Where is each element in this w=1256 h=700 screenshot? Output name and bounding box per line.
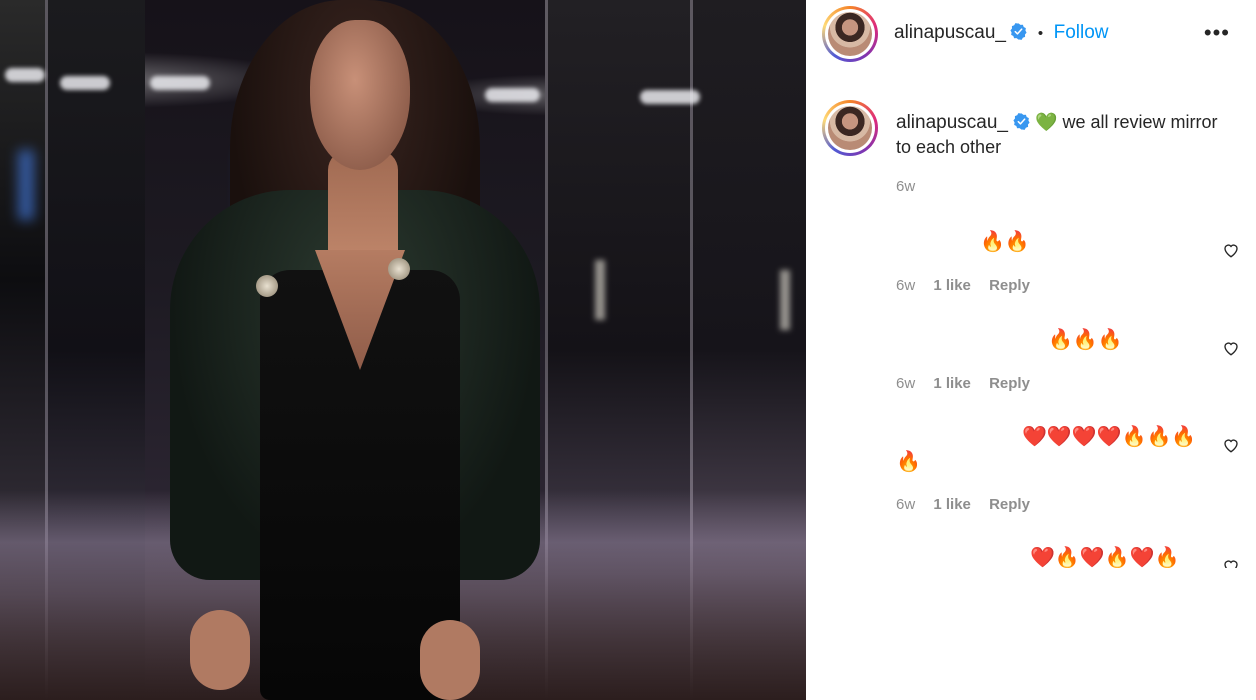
comment-time[interactable]: 6w	[896, 496, 915, 513]
more-options-icon[interactable]: •••	[1204, 22, 1230, 44]
comment-text: ❤️❤️❤️❤️🔥🔥🔥	[1022, 426, 1197, 448]
post-username[interactable]: alinapuscau_	[894, 22, 1006, 43]
comment-meta: 6w 1 like Reply	[896, 277, 1044, 294]
reply-button[interactable]: Reply	[989, 375, 1030, 392]
heart-outline-icon[interactable]	[1222, 241, 1240, 259]
caption-avatar[interactable]	[822, 100, 878, 156]
hand	[190, 610, 250, 690]
post-photo[interactable]	[0, 0, 806, 700]
comment-meta: 6w 1 like Reply	[896, 496, 1044, 513]
verified-badge-icon	[1013, 113, 1030, 130]
heart-outline-icon[interactable]	[1222, 339, 1240, 357]
post-header: alinapuscau_ • Follow •••	[806, 0, 1256, 68]
face	[310, 20, 410, 170]
ceiling-light	[60, 76, 110, 90]
caption-time[interactable]: 6w	[896, 178, 915, 195]
blue-light	[18, 150, 34, 220]
post-side-panel: alinapuscau_ • Follow ••• alinapuscau_ 💚…	[806, 0, 1256, 700]
comment-time[interactable]: 6w	[896, 277, 915, 294]
person	[170, 0, 550, 700]
caption-username[interactable]: alinapuscau_	[896, 112, 1008, 133]
jacket-button	[388, 258, 410, 280]
comment-meta: 6w 1 like Reply	[896, 375, 1044, 392]
comment-text: 🔥🔥🔥	[1048, 329, 1123, 351]
comment-text: ❤️🔥❤️🔥❤️🔥	[1030, 547, 1180, 568]
wall-light	[780, 270, 790, 330]
comment-likes[interactable]: 1 like	[933, 375, 971, 392]
heart-outline-icon[interactable]	[1222, 557, 1240, 568]
comment-clip: ❤️🔥❤️🔥❤️🔥	[806, 540, 1256, 568]
comment-time[interactable]: 6w	[896, 375, 915, 392]
jacket-button	[256, 275, 278, 297]
wall-light	[595, 260, 605, 320]
caption-emoji: 💚	[1035, 112, 1058, 132]
caption: alinapuscau_ 💚 we all review mirror to e…	[896, 110, 1236, 159]
ceiling-light	[5, 68, 45, 82]
hand	[420, 620, 480, 700]
comment-likes[interactable]: 1 like	[933, 496, 971, 513]
reply-button[interactable]: Reply	[989, 496, 1030, 513]
comment-text: 🔥🔥	[980, 231, 1030, 253]
verified-badge-icon	[1010, 23, 1028, 40]
separator-dot: •	[1037, 25, 1044, 42]
avatar[interactable]	[822, 6, 878, 62]
ceiling-light	[640, 90, 700, 104]
heart-outline-icon[interactable]	[1222, 436, 1240, 454]
comment-text-wrap: 🔥	[896, 451, 921, 473]
reply-button[interactable]: Reply	[989, 277, 1030, 294]
follow-button[interactable]: Follow	[1054, 22, 1109, 43]
comment-likes[interactable]: 1 like	[933, 277, 971, 294]
